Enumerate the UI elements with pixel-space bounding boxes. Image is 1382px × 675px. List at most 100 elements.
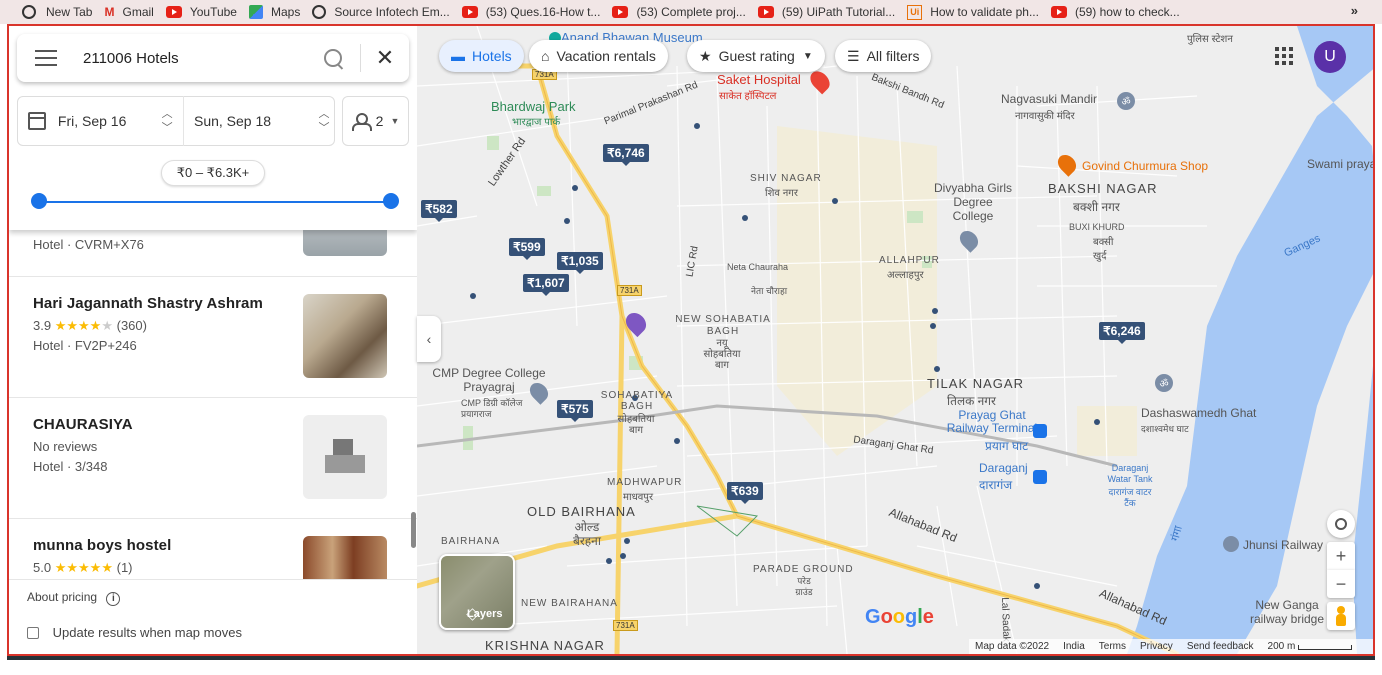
map-label-swami[interactable]: Swami praya — [1307, 157, 1373, 171]
scale-bar[interactable]: 200 m — [1268, 641, 1353, 652]
listing-name[interactable]: munna boys hostel — [33, 537, 171, 554]
scrollbar[interactable] — [411, 512, 416, 548]
chevron-down-icon[interactable]: ﹀ — [318, 121, 329, 135]
terms-link[interactable]: Terms — [1099, 641, 1126, 652]
chip-vacation-rentals[interactable]: ⌂ Vacation rentals — [529, 40, 668, 72]
country-link[interactable]: India — [1063, 641, 1085, 652]
guest-count: 2 — [375, 113, 384, 129]
listing-photo-placeholder[interactable] — [303, 415, 387, 499]
map-label-madhwapur-hi: माधवपुर — [623, 492, 654, 503]
list-item[interactable]: CHAURASIYA No reviews Hotel · 3/348 — [9, 398, 417, 519]
checkout-date[interactable]: Sun, Sep 18 — [194, 113, 314, 129]
map-price-tag[interactable]: ₹6,746 — [603, 144, 649, 166]
pegman-icon[interactable] — [1327, 602, 1355, 630]
search-box[interactable]: 211006 Hotels ✕ — [17, 34, 409, 82]
privacy-link[interactable]: Privacy — [1140, 641, 1173, 652]
price-range-label: ₹0 – ₹6.3K+ — [161, 160, 265, 186]
listing-photo[interactable] — [303, 294, 387, 378]
google-apps-icon[interactable] — [1275, 47, 1293, 65]
list-item[interactable]: Hari Jagannath Shastry Ashram 3.9 ★★★★★ … — [9, 277, 417, 398]
bookmark-source-infotech[interactable]: Source Infotech Em... — [306, 0, 455, 24]
listing-rating-row: 5.0 ★★★★★ (1) — [33, 560, 133, 576]
bookmark-maps[interactable]: Maps — [243, 0, 306, 24]
date-picker[interactable]: Fri, Sep 16 ︿ ﹀ Sun, Sep 18 ︿ ﹀ — [17, 96, 335, 146]
map-label-cmp-college-hi: CMP डिग्री कॉलेज प्रयागराज — [461, 398, 523, 419]
temple-icon[interactable]: ॐ — [1117, 92, 1135, 110]
search-input[interactable]: 211006 Hotels — [83, 50, 324, 67]
train-icon[interactable] — [1033, 424, 1047, 438]
map-price-tag[interactable]: ₹582 — [421, 200, 457, 222]
update-results-option[interactable]: Update results when map moves — [27, 625, 242, 640]
map-canvas[interactable]: Anand Bhawan Museum Bhardwaj Park भारद्व… — [417, 26, 1373, 654]
map-price-tag[interactable]: ₹639 — [727, 482, 763, 504]
bookmark-gmail[interactable]: M Gmail — [98, 0, 159, 24]
map-label-new-ganga-bridge[interactable]: New Ganga railway bridge — [1247, 598, 1327, 626]
map-label-buxi-khurd: BUXI KHURD — [1069, 222, 1125, 232]
bookmark-uipath-tutorial[interactable]: (59) UiPath Tutorial... — [752, 0, 901, 24]
listing-type: Hotel · FV2P+246 — [33, 338, 137, 353]
bookmark-complete-proj[interactable]: (53) Complete proj... — [606, 0, 751, 24]
map-price-tag[interactable]: ₹6,246 — [1099, 322, 1145, 344]
chip-guest-rating[interactable]: ★ Guest rating ▼ — [687, 40, 825, 72]
map-label-bakshi-nagar-hi: बक्शी नगर — [1073, 200, 1120, 214]
bookmark-how-to-check[interactable]: (59) how to check... — [1045, 0, 1186, 24]
bookmark-youtube[interactable]: YouTube — [160, 0, 243, 24]
more-bookmarks-icon[interactable]: » — [1351, 3, 1358, 18]
bookmark-new-tab[interactable]: New Tab — [16, 0, 98, 24]
close-icon[interactable]: ✕ — [361, 45, 409, 71]
map-label-divyabha-college[interactable]: Divyabha Girls Degree College — [933, 181, 1013, 223]
send-feedback-link[interactable]: Send feedback — [1187, 641, 1254, 652]
filter-sheet: 211006 Hotels ✕ Fri, Sep 16 ︿ ﹀ Sun, Sep… — [9, 26, 417, 230]
chip-all-filters[interactable]: ☰ All filters — [835, 40, 932, 72]
listing-name[interactable]: CHAURASIYA — [33, 416, 133, 433]
map-label-daraganj[interactable]: Daraganj — [979, 461, 1028, 475]
price-slider-track[interactable] — [39, 201, 391, 203]
gmail-icon: M — [104, 5, 115, 19]
menu-icon[interactable] — [35, 50, 57, 66]
map-label-prayag-ghat[interactable]: Prayag Ghat Railway Terminal — [937, 409, 1047, 435]
price-slider-max-handle[interactable] — [383, 193, 399, 209]
layers-button[interactable]: Layers — [439, 554, 515, 630]
price-slider-min-handle[interactable] — [31, 193, 47, 209]
listing-name[interactable]: Hari Jagannath Shastry Ashram — [33, 295, 263, 312]
collapse-panel-button[interactable]: ‹ — [417, 316, 441, 362]
bookmark-ques16[interactable]: (53) Ques.16-How t... — [456, 0, 607, 24]
update-results-checkbox[interactable] — [27, 627, 39, 639]
chip-hotels[interactable]: ▬ Hotels — [439, 40, 524, 72]
map-label-jhunsi-railway[interactable]: Jhunsi Railway — [1243, 538, 1323, 552]
map-label-daraganj-watertank[interactable]: Daraganj Watar Tank — [1105, 463, 1155, 485]
review-count[interactable]: (360) — [117, 318, 147, 333]
bookmark-validate[interactable]: Ui How to validate ph... — [901, 0, 1045, 24]
map-label-parade-ground: PARADE GROUND — [753, 564, 854, 575]
map-price-tag[interactable]: ₹1,607 — [523, 274, 569, 296]
train-icon[interactable] — [1223, 536, 1239, 552]
train-icon[interactable] — [1033, 470, 1047, 484]
map-label-dashaswamedh[interactable]: Dashaswamedh Ghat — [1141, 406, 1256, 420]
chevron-up-icon[interactable]: ︿ — [318, 107, 329, 121]
map-label-govind-shop[interactable]: Govind Churmura Shop — [1082, 159, 1208, 173]
checkout-field[interactable]: Sun, Sep 18 ︿ ﹀ — [182, 96, 334, 146]
map-label-saket-hospital[interactable]: Saket Hospital — [717, 72, 801, 87]
map-label-nagvasuki[interactable]: Nagvasuki Mandir — [1001, 92, 1097, 106]
checkin-stepper[interactable]: ︿ ﹀ — [157, 107, 177, 135]
my-location-button[interactable] — [1327, 510, 1355, 538]
avatar[interactable]: U — [1314, 41, 1346, 73]
guests-selector[interactable]: 2 ▼ — [342, 96, 409, 146]
map-price-tag[interactable]: ₹599 — [509, 238, 545, 260]
pricing-footer: About pricing i Update results when map … — [9, 579, 417, 654]
about-pricing[interactable]: About pricing i — [27, 590, 121, 606]
chevron-down-icon[interactable]: ﹀ — [162, 121, 173, 135]
checkout-stepper[interactable]: ︿ ﹀ — [314, 107, 334, 135]
review-count[interactable]: (1) — [117, 560, 133, 575]
map-label-bhardwaj-park[interactable]: Bhardwaj Park — [491, 99, 576, 114]
chevron-up-icon[interactable]: ︿ — [162, 107, 173, 121]
info-icon[interactable]: i — [106, 592, 121, 606]
temple-icon[interactable]: ॐ — [1155, 374, 1173, 392]
map-price-tag[interactable]: ₹575 — [557, 400, 593, 422]
zoom-out-button[interactable]: − — [1327, 570, 1355, 598]
checkin-date[interactable]: Fri, Sep 16 — [58, 113, 157, 129]
map-price-tag[interactable]: ₹1,035 — [557, 252, 603, 274]
zoom-in-button[interactable]: + — [1327, 542, 1355, 570]
listing-type: Hotel · 3/348 — [33, 459, 108, 474]
search-icon[interactable] — [324, 49, 342, 67]
